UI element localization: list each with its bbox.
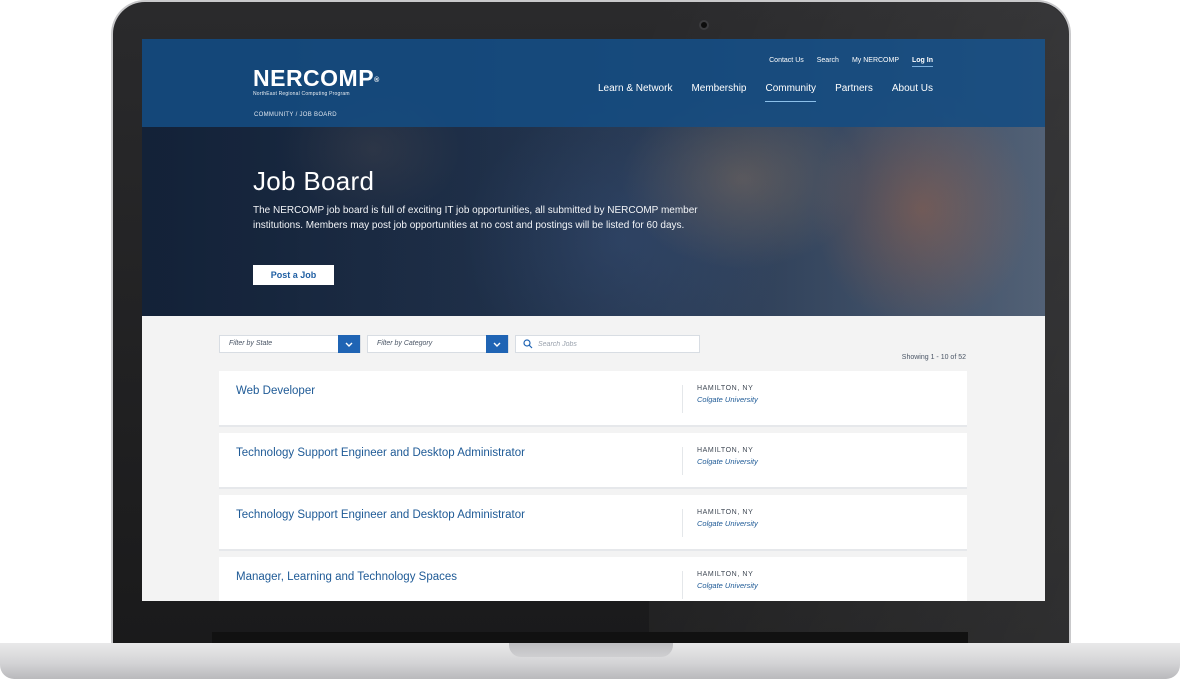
job-listing[interactable]: Manager, Learning and Technology Spaces … xyxy=(219,557,967,601)
browser-screen: NERCOMP® NorthEast Regional Computing Pr… xyxy=(142,39,1045,601)
utility-link-my-nercomp[interactable]: My NERCOMP xyxy=(852,57,899,67)
search-icon xyxy=(523,339,533,349)
laptop-hinge xyxy=(212,632,968,643)
job-title-link[interactable]: Technology Support Engineer and Desktop … xyxy=(236,509,525,521)
utility-link-contact-us[interactable]: Contact Us xyxy=(769,57,804,67)
breadcrumb-current: JOB BOARD xyxy=(299,112,337,118)
camera-icon xyxy=(699,20,709,30)
utility-link-search[interactable]: Search xyxy=(817,57,839,67)
job-listing[interactable]: Technology Support Engineer and Desktop … xyxy=(219,495,967,551)
post-job-button[interactable]: Post a Job xyxy=(253,265,334,285)
state-filter-placeholder: Filter by State xyxy=(229,340,273,347)
nav-community[interactable]: Community xyxy=(765,83,817,102)
job-location: HAMILTON, NY xyxy=(697,447,754,454)
job-listing[interactable]: Technology Support Engineer and Desktop … xyxy=(219,433,967,489)
breadcrumb: COMMUNITY / JOB BOARD xyxy=(254,112,337,118)
job-organization: Colgate University xyxy=(697,581,758,590)
nav-about-us[interactable]: About Us xyxy=(892,83,933,102)
job-title-link[interactable]: Web Developer xyxy=(236,385,315,397)
job-divider xyxy=(682,385,683,413)
nav-membership[interactable]: Membership xyxy=(691,83,746,102)
nav-partners[interactable]: Partners xyxy=(835,83,873,102)
job-title-link[interactable]: Manager, Learning and Technology Spaces xyxy=(236,571,457,583)
job-title-link[interactable]: Technology Support Engineer and Desktop … xyxy=(236,447,525,459)
login-link[interactable]: Log In xyxy=(912,57,933,67)
breadcrumb-community[interactable]: COMMUNITY xyxy=(254,112,294,118)
job-listing[interactable]: Web Developer HAMILTON, NY Colgate Unive… xyxy=(219,371,967,427)
job-organization: Colgate University xyxy=(697,457,758,466)
job-organization: Colgate University xyxy=(697,395,758,404)
job-search-box xyxy=(515,335,700,353)
job-location: HAMILTON, NY xyxy=(697,385,754,392)
job-search-input[interactable] xyxy=(538,338,696,351)
hero-description: The NERCOMP job board is full of excitin… xyxy=(253,205,698,231)
job-location: HAMILTON, NY xyxy=(697,571,754,578)
category-filter-select[interactable]: Filter by Category xyxy=(367,335,509,353)
logo-wordmark: NERCOMP® xyxy=(253,65,380,91)
job-divider xyxy=(682,571,683,599)
main-nav: Learn & Network Membership Community Par… xyxy=(598,83,933,102)
chevron-down-icon xyxy=(486,335,508,353)
laptop-base xyxy=(0,632,1180,679)
laptop-notch xyxy=(509,643,673,657)
logo-tagline: NorthEast Regional Computing Program xyxy=(253,91,350,97)
utility-nav: Contact Us Search My NERCOMP Log In xyxy=(769,57,933,67)
category-filter-placeholder: Filter by Category xyxy=(377,340,433,347)
job-location: HAMILTON, NY xyxy=(697,509,754,516)
nav-learn-network[interactable]: Learn & Network xyxy=(598,83,672,102)
page-title: Job Board xyxy=(253,166,375,196)
chevron-down-icon xyxy=(338,335,360,353)
site-logo[interactable]: NERCOMP® NorthEast Regional Computing Pr… xyxy=(253,65,380,98)
job-divider xyxy=(682,447,683,475)
results-count: Showing 1 - 10 of 52 xyxy=(901,354,966,361)
job-divider xyxy=(682,509,683,537)
state-filter-select[interactable]: Filter by State xyxy=(219,335,361,353)
job-organization: Colgate University xyxy=(697,519,758,528)
